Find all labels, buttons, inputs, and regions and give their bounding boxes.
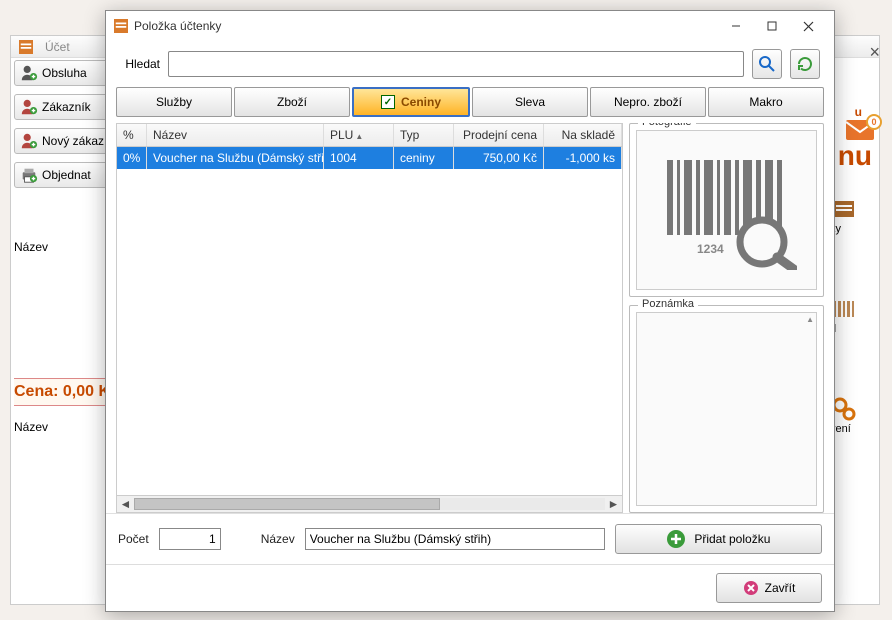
printer-icon — [20, 166, 38, 184]
bg-btn-label: Nový zákaz — [42, 134, 104, 148]
maximize-button[interactable] — [754, 12, 790, 40]
col-price[interactable]: Prodejní cena — [454, 124, 544, 146]
minimize-button[interactable] — [718, 12, 754, 40]
search-label: Hledat — [120, 57, 160, 71]
bg-btn-label: Objednat — [42, 168, 91, 182]
bg-btn-label: Zákazník — [42, 100, 91, 114]
app-icon — [114, 19, 128, 33]
search-input[interactable] — [168, 51, 744, 77]
app-icon — [19, 40, 33, 54]
col-percent[interactable]: % — [117, 124, 147, 146]
bg-price-label: Cena: 0,00 K — [14, 378, 114, 406]
plus-circle-icon — [666, 529, 686, 549]
bg-right-icons: ky d vení — [830, 195, 870, 435]
photo-placeholder: 1234 — [636, 130, 817, 290]
name-label: Název — [261, 532, 295, 546]
tab-ceniny[interactable]: ✓Ceniny — [352, 87, 470, 117]
envelope-icon[interactable]: 0 — [846, 120, 874, 140]
close-dialog-button[interactable]: Zavřít — [716, 573, 822, 603]
photo-legend: Fotografie — [638, 123, 696, 128]
bg-sidebar: Obsluha Zákazník Nový zákaz Objednat — [14, 60, 109, 196]
bg-btn-zakaznik[interactable]: Zákazník — [14, 94, 109, 120]
cell-plu: 1004 — [324, 147, 394, 169]
note-textarea[interactable] — [636, 312, 817, 506]
add-item-button[interactable]: Přidat položku — [615, 524, 822, 554]
dialog-polozka-uctenky: Položka účtenky Hledat Služby Zboží ✓Cen… — [105, 10, 835, 612]
tab-sleva[interactable]: Sleva — [472, 87, 588, 117]
table-row[interactable]: 0% Voucher na Službu (Dámský střih) 1004… — [117, 147, 622, 169]
bg-fragment-u: u — [855, 105, 862, 119]
person-plus-icon — [20, 132, 38, 150]
close-button[interactable] — [790, 12, 826, 40]
gears-icon[interactable]: vení — [830, 395, 870, 435]
scroll-left-icon[interactable]: ◄ — [117, 496, 134, 513]
check-icon: ✓ — [381, 95, 395, 109]
refresh-button[interactable] — [790, 49, 820, 79]
person-plus-icon — [20, 64, 38, 82]
items-table: % Název PLU▲ Typ Prodejní cena Na skladě… — [116, 123, 623, 513]
scroll-thumb[interactable] — [134, 498, 440, 510]
side-panel: Fotografie 1 — [629, 123, 824, 513]
cell-price: 750,00 Kč — [454, 147, 544, 169]
search-icon — [758, 55, 776, 73]
bg-btn-novy-zakaznik[interactable]: Nový zákaz — [14, 128, 109, 154]
tab-makro[interactable]: Makro — [708, 87, 824, 117]
cell-name: Voucher na Službu (Dámský střih) — [147, 147, 324, 169]
badge-count: 0 — [866, 114, 882, 130]
bg-btn-obsluha[interactable]: Obsluha — [14, 60, 109, 86]
dialog-title: Položka účtenky — [134, 19, 718, 33]
count-label: Počet — [118, 532, 149, 546]
bg-close-icon[interactable]: × — [869, 42, 880, 63]
svg-text:1234: 1234 — [697, 242, 724, 256]
count-input[interactable] — [159, 528, 221, 550]
table-header: % Název PLU▲ Typ Prodejní cena Na skladě — [117, 124, 622, 147]
search-row: Hledat — [106, 41, 834, 87]
search-button[interactable] — [752, 49, 782, 79]
tab-zbozi[interactable]: Zboží — [234, 87, 350, 117]
cell-pct: 0% — [117, 147, 147, 169]
close-dialog-label: Zavřít — [765, 581, 796, 595]
tab-nepro-zbozi[interactable]: Nepro. zboží — [590, 87, 706, 117]
bg-label-nazev2: Název — [14, 420, 48, 434]
horizontal-scrollbar[interactable]: ◄ ► — [117, 495, 622, 512]
photo-fieldset: Fotografie 1 — [629, 123, 824, 297]
col-plu[interactable]: PLU▲ — [324, 124, 394, 146]
person-plus-icon — [20, 98, 38, 116]
tab-sluzby[interactable]: Služby — [116, 87, 232, 117]
bg-label-nazev: Název — [14, 240, 48, 254]
bg-fragment-nu: nu — [838, 140, 872, 172]
close-circle-icon — [743, 580, 759, 596]
sort-asc-icon: ▲ — [355, 132, 363, 141]
barcode-small-icon[interactable]: d — [830, 295, 870, 335]
cell-typ: ceniny — [394, 147, 454, 169]
list-icon[interactable]: ky — [830, 195, 870, 235]
note-legend: Poznámka — [638, 298, 698, 310]
col-typ[interactable]: Typ — [394, 124, 454, 146]
add-item-label: Přidat položku — [694, 532, 770, 546]
titlebar: Položka účtenky — [106, 11, 834, 41]
refresh-icon — [796, 55, 814, 73]
bg-btn-objednat[interactable]: Objednat — [14, 162, 109, 188]
cell-stock: -1,000 ks — [544, 147, 622, 169]
bg-title: Účet — [45, 40, 70, 54]
scroll-right-icon[interactable]: ► — [605, 496, 622, 513]
table-body: 0% Voucher na Službu (Dámský střih) 1004… — [117, 147, 622, 495]
footer-row: Zavřít — [106, 564, 834, 611]
name-input[interactable] — [305, 528, 605, 550]
bg-btn-label: Obsluha — [42, 66, 87, 80]
tab-row: Služby Zboží ✓Ceniny Sleva Nepro. zboží … — [106, 87, 834, 123]
col-name[interactable]: Název — [147, 124, 324, 146]
scroll-track[interactable] — [134, 498, 605, 510]
bottom-row: Počet Název Přidat položku — [106, 513, 834, 564]
barcode-search-icon: 1234 — [657, 150, 797, 270]
col-stock[interactable]: Na skladě — [544, 124, 622, 146]
note-fieldset: Poznámka — [629, 305, 824, 513]
